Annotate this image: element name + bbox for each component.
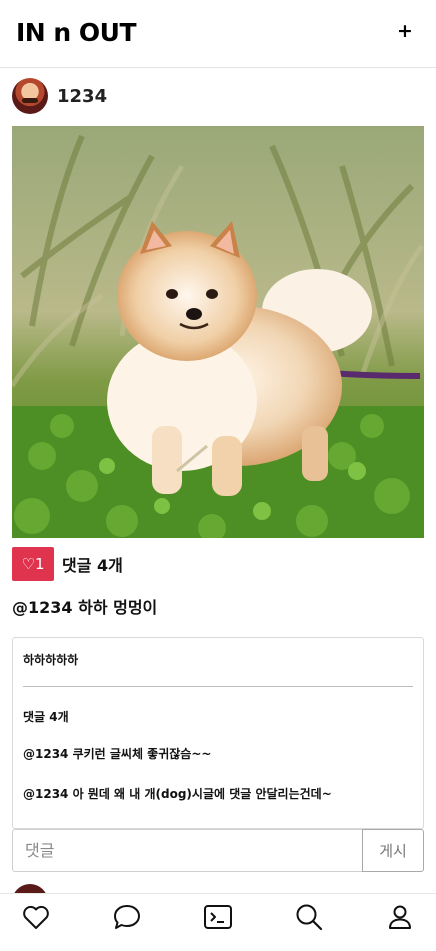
- app-root: IN n OUT + 1234 ♡1 댓글 4개 @1234 하하 멍멍이 하하…: [0, 0, 436, 951]
- comment-count[interactable]: 댓글 4개: [62, 552, 123, 576]
- search-icon: [296, 904, 323, 931]
- chat-bubble-icon: [114, 905, 140, 929]
- nav-likes-button[interactable]: [18, 894, 54, 940]
- post-author[interactable]: 1234: [12, 77, 107, 115]
- app-logo[interactable]: IN n OUT: [16, 18, 137, 47]
- bottom-nav: [0, 893, 436, 951]
- post-actions: ♡1 댓글 4개: [12, 547, 123, 581]
- nav-chat-button[interactable]: [109, 894, 145, 940]
- comments-panel: 하하하하하 댓글 4개 @1234 쿠키런 글씨체 좋귀잖슴~~ @1234 아…: [12, 637, 424, 829]
- comments-title: 댓글 4개: [23, 710, 69, 724]
- comment-form: 게시: [12, 829, 424, 872]
- post-description: 하하하하하: [23, 653, 79, 667]
- like-button[interactable]: ♡1: [12, 547, 54, 581]
- divider: [23, 686, 413, 687]
- nav-terminal-button[interactable]: [200, 894, 236, 940]
- top-bar: IN n OUT +: [0, 0, 436, 68]
- post-comment-button[interactable]: 게시: [362, 829, 424, 872]
- comment-item: @1234 쿠키런 글씨체 좋귀잖슴~~: [23, 747, 212, 761]
- post-photo[interactable]: [12, 126, 424, 538]
- user-icon: [389, 905, 411, 929]
- dog-photo-illustration: [12, 126, 424, 538]
- comment-input[interactable]: [12, 829, 362, 872]
- nav-profile-button[interactable]: [382, 894, 418, 940]
- terminal-icon: [204, 905, 232, 929]
- post-caption: @1234 하하 멍멍이: [12, 598, 158, 617]
- avatar[interactable]: [12, 78, 48, 114]
- heart-icon: [23, 905, 49, 929]
- comment-item: @1234 아 뭔데 왜 내 개(dog)시글에 댓글 안달리는건데~: [23, 787, 332, 801]
- author-name[interactable]: 1234: [57, 86, 107, 107]
- add-post-button[interactable]: +: [396, 19, 414, 43]
- nav-search-button[interactable]: [291, 894, 327, 940]
